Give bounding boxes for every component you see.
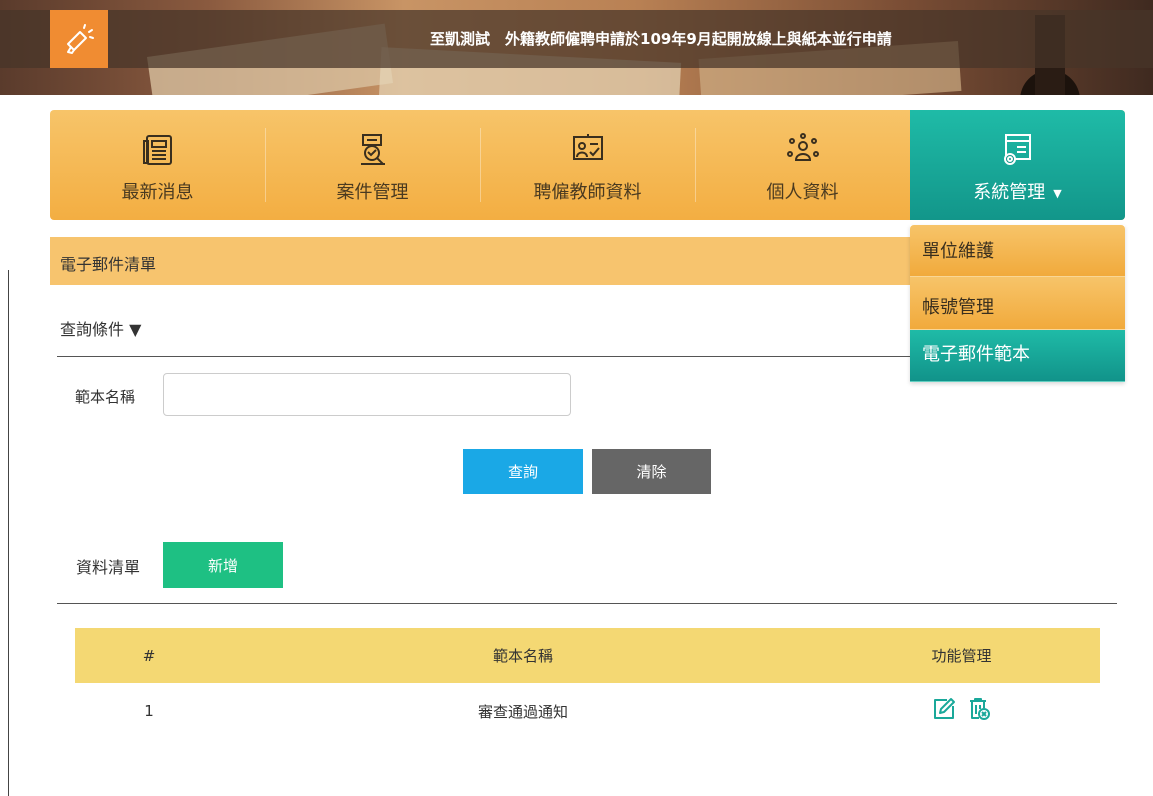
query-conditions-toggle[interactable]: 查詢條件 ▼	[60, 316, 141, 340]
data-list-label: 資料清單	[76, 558, 141, 577]
table-header-row: # 範本名稱 功能管理	[75, 628, 1100, 683]
system-settings-icon	[998, 130, 1038, 170]
dropdown-item-unit-maintenance[interactable]: 單位維護	[910, 225, 1125, 277]
row-actions	[823, 683, 1100, 739]
person-network-icon	[783, 130, 823, 170]
add-button[interactable]: 新增	[163, 542, 283, 588]
template-table: # 範本名稱 功能管理 1 審查通過通知	[75, 628, 1100, 739]
nav-item-personal-data[interactable]: 個人資料	[695, 110, 910, 220]
nav-item-label: 聘僱教師資料	[533, 182, 642, 203]
row-template-name: 審查通過通知	[477, 702, 568, 721]
announcement-text[interactable]: 至凱測試 外籍教師僱聘申請於109年9月起開放線上與紙本並行申請	[430, 28, 892, 49]
template-name-input[interactable]	[163, 373, 571, 416]
dropdown-item-email-template[interactable]: 電子郵件範本	[910, 330, 1125, 382]
edit-icon[interactable]	[932, 697, 956, 725]
nav-item-label: 個人資料	[766, 182, 839, 203]
teacher-board-icon	[568, 130, 608, 170]
clear-button[interactable]: 清除	[592, 449, 711, 494]
delete-icon[interactable]	[967, 697, 991, 725]
column-header-functions: 功能管理	[931, 647, 992, 665]
top-banner: 至凱測試 外籍教師僱聘申請於109年9月起開放線上與紙本並行申請	[0, 0, 1153, 95]
nav-item-news[interactable]: 最新消息	[50, 110, 265, 220]
caret-down-icon: ▼	[1053, 186, 1062, 200]
table-row: 1 審查通過通知	[75, 683, 1100, 739]
row-number: 1	[144, 702, 154, 720]
page-frame-border	[8, 270, 9, 796]
template-name-label: 範本名稱	[75, 388, 136, 406]
nav-item-system-management[interactable]: 系統管理 ▼	[910, 110, 1125, 220]
column-header-number: #	[142, 646, 156, 665]
nav-item-label: 系統管理 ▼	[973, 182, 1062, 203]
system-management-dropdown: 單位維護 帳號管理 電子郵件範本	[910, 225, 1125, 382]
megaphone-icon[interactable]	[50, 10, 108, 68]
nav-item-teacher-data[interactable]: 聘僱教師資料	[480, 110, 695, 220]
column-header-template-name: 範本名稱	[492, 647, 553, 665]
case-search-icon	[353, 130, 393, 170]
nav-item-label: 案件管理	[336, 182, 409, 203]
dropdown-item-account-management[interactable]: 帳號管理	[910, 277, 1125, 330]
newspaper-icon	[138, 130, 178, 170]
divider	[57, 603, 1117, 604]
nav-item-case-management[interactable]: 案件管理	[265, 110, 480, 220]
nav-item-label: 最新消息	[121, 182, 194, 203]
search-button[interactable]: 查詢	[463, 449, 583, 494]
main-nav: 最新消息 案件管理 聘僱教師資料 個人資料 系統管理 ▼	[50, 110, 1125, 220]
